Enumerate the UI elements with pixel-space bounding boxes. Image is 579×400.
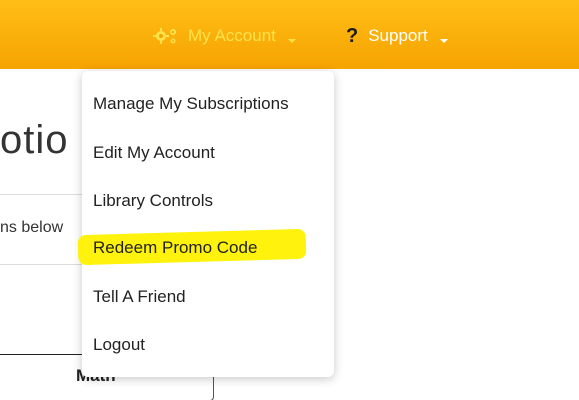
support-label: Support (368, 26, 428, 45)
gears-icon (153, 26, 179, 46)
question-icon: ? (346, 25, 359, 47)
chevron-down-icon (287, 31, 297, 43)
divider (0, 194, 90, 195)
page-title-fragment: otio (0, 118, 69, 162)
chevron-down-icon (439, 31, 449, 43)
top-nav-bar: My Account ? Support (0, 0, 579, 69)
divider (0, 264, 90, 265)
divider (0, 354, 90, 355)
my-account-label: My Account (188, 26, 276, 45)
menu-item-logout[interactable]: Logout (93, 335, 145, 355)
my-account-dropdown: Manage My Subscriptions Edit My Account … (82, 71, 334, 377)
my-account-menu-button[interactable]: My Account (153, 24, 297, 48)
menu-item-redeem-promo-code[interactable]: Redeem Promo Code (93, 238, 257, 258)
support-menu-button[interactable]: ? Support (346, 24, 449, 48)
page: otio ns below Math (0, 0, 579, 400)
menu-item-library-controls[interactable]: Library Controls (93, 191, 213, 211)
card-border (208, 374, 214, 400)
menu-item-edit-account[interactable]: Edit My Account (93, 143, 215, 163)
instructions-text-fragment: ns below (0, 219, 64, 236)
menu-item-manage-subscriptions[interactable]: Manage My Subscriptions (93, 94, 289, 114)
menu-item-tell-a-friend[interactable]: Tell A Friend (93, 287, 186, 307)
